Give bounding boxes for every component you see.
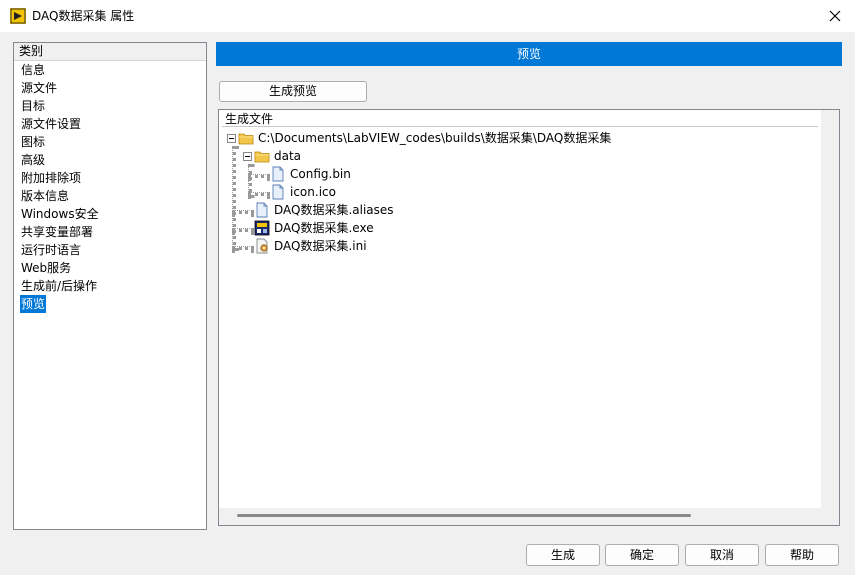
- category-item-preview[interactable]: 预览: [14, 295, 206, 313]
- category-item-web-services[interactable]: Web服务: [14, 259, 206, 277]
- exe-icon: [254, 220, 270, 236]
- horizontal-scrollbar[interactable]: [219, 508, 821, 525]
- tree-line: [232, 210, 254, 214]
- category-item-shared-variable-deployment[interactable]: 共享变量部署: [14, 223, 206, 241]
- category-header: 类别: [14, 43, 206, 61]
- category-list: 信息 源文件 目标 源文件设置 图标 高级 附加排除项 版本信息 Windows…: [14, 61, 206, 313]
- tree-root-folder[interactable]: C:\Documents\LabVIEW_codes\builds\数据采集\D…: [258, 129, 611, 147]
- category-item-source-files[interactable]: 源文件: [14, 79, 206, 97]
- collapse-icon[interactable]: [243, 152, 252, 161]
- category-item-pre-post-build-actions[interactable]: 生成前/后操作: [14, 277, 206, 295]
- close-icon: [829, 10, 841, 22]
- files-header: 生成文件: [222, 112, 818, 127]
- scrollbar-thumb[interactable]: [237, 514, 691, 517]
- tree-line: [232, 228, 254, 232]
- help-button[interactable]: 帮助: [765, 544, 839, 566]
- build-button[interactable]: 生成: [526, 544, 600, 566]
- tree-file[interactable]: DAQ数据采集.aliases: [274, 201, 394, 219]
- labview-app-icon: [10, 8, 26, 24]
- tree-file[interactable]: Config.bin: [290, 165, 351, 183]
- folder-icon: [254, 151, 270, 163]
- tree-line: [248, 192, 270, 196]
- document-icon: [272, 166, 284, 182]
- tree-file[interactable]: DAQ数据采集.ini: [274, 237, 367, 255]
- section-title: 预览: [216, 42, 842, 66]
- collapse-icon[interactable]: [227, 134, 236, 143]
- document-icon: [272, 184, 284, 200]
- generate-preview-button[interactable]: 生成预览: [219, 81, 367, 102]
- tree-file[interactable]: DAQ数据采集.exe: [274, 219, 374, 237]
- window-title: DAQ数据采集 属性: [32, 9, 135, 23]
- category-item-version-info[interactable]: 版本信息: [14, 187, 206, 205]
- title-bar: DAQ数据采集 属性: [0, 0, 855, 32]
- document-icon: [256, 202, 268, 218]
- close-button[interactable]: [815, 0, 855, 32]
- category-panel: 类别 信息 源文件 目标 源文件设置 图标 高级 附加排除项 版本信息 Wind…: [13, 42, 207, 530]
- cancel-button[interactable]: 取消: [685, 544, 759, 566]
- tree-folder-data[interactable]: data: [274, 147, 301, 165]
- category-item-advanced[interactable]: 高级: [14, 151, 206, 169]
- tree-line: [248, 174, 270, 178]
- folder-icon: [238, 133, 254, 145]
- ini-config-icon: [256, 238, 268, 254]
- category-item-icon[interactable]: 图标: [14, 133, 206, 151]
- category-item-runtime-languages[interactable]: 运行时语言: [14, 241, 206, 259]
- category-item-destinations[interactable]: 目标: [14, 97, 206, 115]
- tree-line: [232, 146, 236, 251]
- tree-line: [232, 246, 254, 250]
- generated-files-panel: 生成文件 C:\Documents\LabVIEW_codes\builds\数…: [218, 109, 840, 526]
- category-item-additional-exclusions[interactable]: 附加排除项: [14, 169, 206, 187]
- category-item-source-file-settings[interactable]: 源文件设置: [14, 115, 206, 133]
- category-item-info[interactable]: 信息: [14, 61, 206, 79]
- vertical-scrollbar[interactable]: [821, 110, 839, 525]
- category-item-windows-security[interactable]: Windows安全: [14, 205, 206, 223]
- tree-file[interactable]: icon.ico: [290, 183, 336, 201]
- ok-button[interactable]: 确定: [605, 544, 679, 566]
